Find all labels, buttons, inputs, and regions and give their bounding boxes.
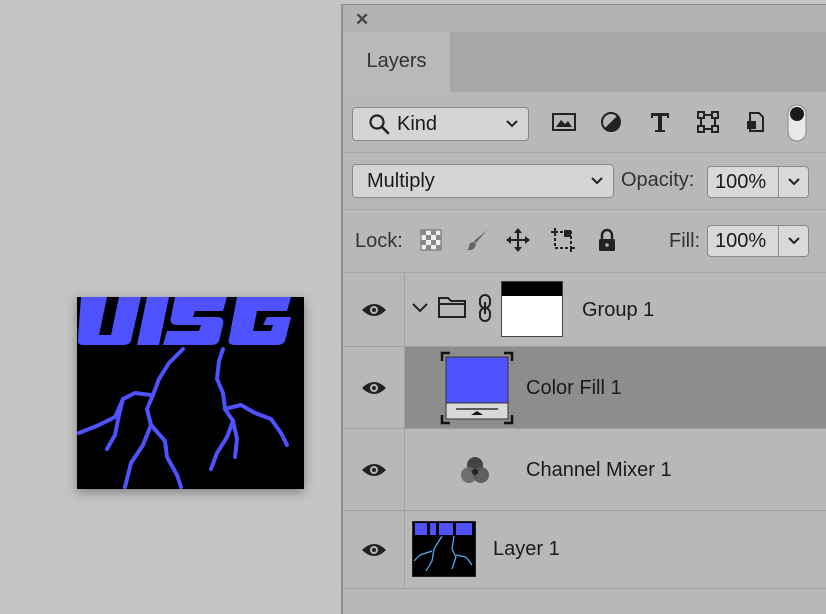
opacity-field[interactable]: 100% — [707, 166, 779, 198]
eye-icon — [361, 463, 386, 476]
layer-name: Layer 1 — [493, 538, 560, 560]
kind-filter-select[interactable]: Kind — [352, 107, 529, 141]
close-icon[interactable]: ✕ — [355, 11, 369, 28]
layer-body: Color Fill 1 — [405, 347, 826, 428]
chevron-down-icon — [589, 172, 605, 196]
blend-mode-select[interactable]: Multiply — [352, 164, 614, 198]
layer-name: Color Fill 1 — [526, 377, 622, 399]
color-fill-thumbnail[interactable] — [440, 351, 514, 425]
fill-label: Fill: — [669, 230, 701, 252]
layer-name: Group 1 — [582, 299, 655, 321]
canvas-image — [77, 297, 304, 489]
lock-position-move-icon[interactable] — [505, 227, 531, 253]
shape-filter-icon[interactable] — [693, 107, 723, 137]
layer-body: Layer 1 — [405, 511, 826, 588]
filter-toggle-icon[interactable] — [786, 104, 808, 142]
blend-toolbar: Multiply Opacity: 100% — [343, 153, 826, 210]
fill-dropdown-button[interactable] — [779, 225, 809, 257]
layer-row-channel-mixer-1[interactable]: Channel Mixer 1 — [343, 429, 826, 511]
layer-row-group-1[interactable]: Group 1 — [343, 273, 826, 347]
smart-object-filter-icon[interactable] — [741, 107, 771, 137]
layer-row-color-fill-1[interactable]: Color Fill 1 — [343, 347, 826, 429]
mask-thumbnail[interactable] — [501, 281, 563, 337]
panel-tab-strip: Layers — [343, 32, 826, 92]
eye-icon — [361, 303, 386, 316]
chevron-down-icon — [787, 178, 800, 186]
panel-titlebar: ✕ — [343, 5, 826, 33]
visibility-toggle[interactable] — [343, 347, 405, 428]
opacity-label: Opacity: — [621, 169, 695, 191]
lock-label: Lock: — [355, 230, 403, 252]
chevron-down-icon — [787, 237, 800, 245]
layer-row-layer-1[interactable]: Layer 1 — [343, 511, 826, 589]
search-icon — [368, 113, 390, 141]
lock-artboard-icon[interactable] — [550, 227, 576, 253]
layer-body: Group 1 — [405, 273, 826, 346]
lock-transparency-icon[interactable] — [418, 227, 444, 253]
filter-toolbar: Kind — [343, 92, 826, 153]
fill-value: 100% — [715, 229, 767, 252]
lock-toolbar: Lock: Fill: 100% — [343, 210, 826, 273]
chevron-down-icon — [504, 115, 520, 139]
folder-icon — [438, 297, 466, 318]
tab-layers-label: Layers — [366, 49, 427, 72]
lock-all-icon[interactable] — [594, 227, 620, 253]
chevron-down-icon[interactable] — [411, 301, 429, 315]
tab-layers[interactable]: Layers — [343, 32, 450, 92]
visibility-toggle[interactable] — [343, 429, 405, 510]
layer-name: Channel Mixer 1 — [526, 459, 672, 481]
type-filter-icon[interactable] — [645, 107, 675, 137]
opacity-dropdown-button[interactable] — [779, 166, 809, 198]
kind-filter-value: Kind — [397, 112, 438, 135]
eye-icon — [361, 381, 386, 394]
lock-pixels-brush-icon[interactable] — [464, 227, 490, 253]
channel-mixer-icon[interactable] — [459, 455, 491, 485]
visibility-toggle[interactable] — [343, 511, 405, 588]
image-filter-icon[interactable] — [549, 107, 579, 137]
link-icon[interactable] — [477, 293, 493, 323]
blend-mode-value: Multiply — [367, 169, 435, 192]
fill-field[interactable]: 100% — [707, 225, 779, 257]
layers-panel: ✕ Layers Kind Multiply Opacity: 100% Loc… — [341, 4, 826, 614]
layer-body: Channel Mixer 1 — [405, 429, 826, 510]
layer-thumbnail[interactable] — [412, 521, 476, 577]
eye-icon — [361, 543, 386, 556]
opacity-value: 100% — [715, 170, 767, 193]
visibility-toggle[interactable] — [343, 273, 405, 346]
adjustment-filter-icon[interactable] — [596, 107, 626, 137]
